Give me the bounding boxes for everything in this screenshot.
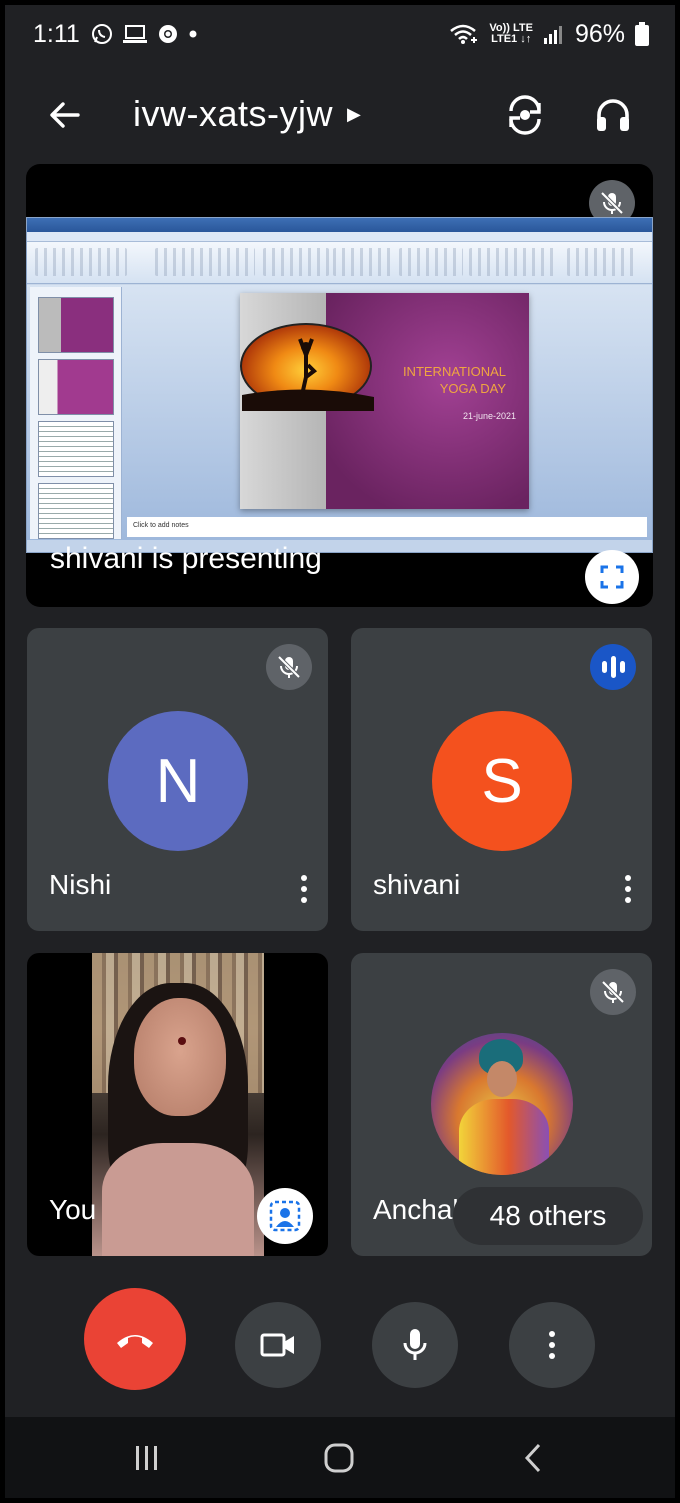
laptop-icon (122, 23, 148, 45)
slide-thumbnail (38, 421, 114, 477)
switch-camera-button[interactable] (499, 89, 551, 141)
meet-app: 1:11 Vo)) LTE LTE1 ↓↑ 96% ivw-xats-yjw ▶… (5, 5, 675, 1498)
whatsapp-icon (90, 22, 114, 46)
yoga-sunset-image (240, 323, 374, 411)
switch-camera-icon (509, 95, 541, 135)
ppt-ribbon (27, 242, 652, 284)
fullscreen-button[interactable] (585, 550, 639, 604)
mic-off-icon (277, 655, 301, 679)
mic-off-icon (601, 980, 625, 1004)
back-button[interactable] (39, 89, 91, 141)
status-left: 1:11 (33, 20, 198, 49)
chrome-icon (156, 22, 180, 46)
mic-off-icon (600, 191, 624, 215)
caret-right-icon: ▶ (347, 103, 362, 124)
muted-badge (590, 969, 636, 1015)
slide-notes: Click to add notes (127, 517, 647, 537)
meeting-header: ivw-xats-yjw ▶ (5, 75, 675, 155)
slide-thumbnail (38, 483, 114, 539)
effects-button[interactable] (257, 1188, 313, 1244)
recent-apps-icon (136, 1446, 157, 1470)
camera-toggle-button[interactable] (235, 1302, 321, 1388)
speaking-indicator-icon (590, 644, 636, 690)
slide-thumbnail (38, 297, 114, 353)
ppt-title-bar (27, 218, 652, 232)
recent-apps-button[interactable] (117, 1433, 177, 1483)
status-right: Vo)) LTE LTE1 ↓↑ 96% (449, 20, 649, 49)
slide-area: INTERNATIONAL YOGA DAY 21-june-2021 Clic… (127, 285, 647, 541)
self-video-feed (92, 953, 264, 1256)
status-time: 1:11 (33, 19, 80, 48)
microphone-toggle-button[interactable] (372, 1302, 458, 1388)
more-options-icon (549, 1331, 555, 1359)
participant-options-button[interactable] (616, 869, 640, 909)
notification-dot-icon (188, 29, 198, 39)
end-call-icon (117, 1335, 153, 1348)
headphones-icon (597, 99, 629, 131)
participant-tile-shivani[interactable]: S shivani (351, 628, 652, 931)
profile-photo (431, 1033, 573, 1175)
self-video-tile[interactable]: You (27, 953, 328, 1256)
network-line-2: LTE1 ↓↑ (491, 33, 532, 45)
meeting-code: ivw-xats-yjw (133, 93, 333, 134)
background-effects-icon (269, 1200, 301, 1232)
wifi-calling-icon (449, 22, 479, 46)
avatar: N (108, 711, 248, 851)
more-options-button[interactable] (509, 1302, 595, 1388)
call-controls (5, 1288, 675, 1392)
others-count-button[interactable]: 48 others (453, 1187, 643, 1245)
end-call-button[interactable] (84, 1288, 186, 1390)
system-navigation-bar (5, 1417, 675, 1498)
status-bar: 1:11 Vo)) LTE LTE1 ↓↑ 96% (5, 5, 675, 63)
signal-icon (543, 23, 565, 45)
avatar: S (432, 711, 572, 851)
participant-face (134, 998, 226, 1116)
camera-icon (260, 1333, 294, 1357)
presenting-label: shivani is presenting (50, 542, 322, 575)
slide-title: INTERNATIONAL YOGA DAY (380, 363, 506, 397)
slide-date: 21-june-2021 (462, 411, 516, 421)
slide-thumbnails (30, 287, 122, 539)
network-type: Vo)) LTE LTE1 ↓↑ (489, 23, 533, 45)
participant-name: Anchal (373, 1194, 459, 1225)
ppt-ribbon-tabs (27, 232, 652, 242)
notification-icons (90, 22, 198, 46)
participant-tile-nishi[interactable]: N Nishi (27, 628, 328, 931)
muted-badge (266, 644, 312, 690)
more-vert-icon (301, 875, 307, 881)
battery-percent: 96% (574, 19, 625, 48)
participant-tile-anchal[interactable]: Anchal 48 others (351, 953, 652, 1256)
fullscreen-icon (600, 565, 624, 589)
audio-output-button[interactable] (587, 89, 639, 141)
slide-title-line-1: INTERNATIONAL (402, 364, 506, 379)
ppt-workspace: INTERNATIONAL YOGA DAY 21-june-2021 Clic… (27, 285, 652, 541)
participant-name: Nishi (49, 869, 112, 900)
more-vert-icon (625, 875, 631, 881)
self-name: You (49, 1194, 97, 1225)
presentation-tile[interactable]: INTERNATIONAL YOGA DAY 21-june-2021 Clic… (26, 164, 653, 607)
battery-icon (635, 22, 649, 46)
current-slide: INTERNATIONAL YOGA DAY 21-june-2021 (240, 293, 529, 509)
slide-title-line-2: YOGA DAY (439, 381, 506, 396)
system-back-button[interactable] (503, 1433, 563, 1483)
slide-thumbnail (38, 359, 114, 415)
participant-options-button[interactable] (292, 869, 316, 909)
back-arrow-icon (50, 102, 80, 128)
meeting-code-button[interactable]: ivw-xats-yjw ▶ (133, 93, 361, 135)
microphone-icon (403, 1329, 427, 1360)
home-button[interactable] (309, 1433, 369, 1483)
back-icon (524, 1443, 541, 1473)
home-icon (324, 1443, 354, 1473)
shared-screen: INTERNATIONAL YOGA DAY 21-june-2021 Clic… (26, 217, 653, 553)
participant-name: shivani (373, 869, 461, 900)
